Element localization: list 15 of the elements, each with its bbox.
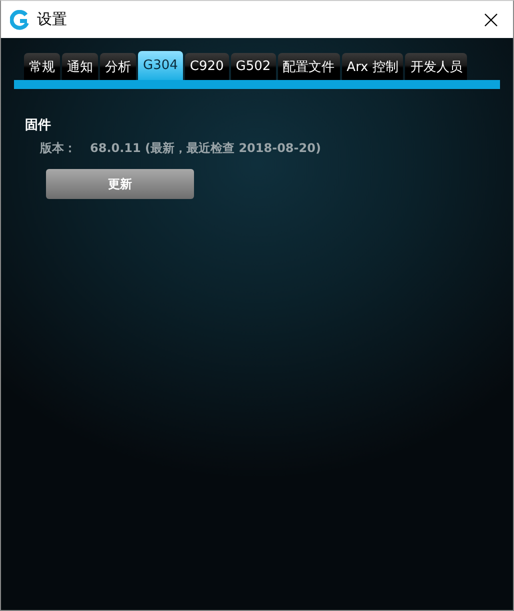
window-title: 设置 [37, 10, 67, 29]
tab[interactable]: C920 [184, 53, 229, 80]
version-label: 版本： [40, 140, 76, 157]
tab[interactable]: 分析 [100, 53, 136, 80]
section-heading: 固件 [25, 117, 52, 134]
logo-icon [10, 10, 30, 30]
version-value: 68.0.11 (最新，最近检查 2018-08-20) [90, 140, 321, 157]
tab[interactable]: 常规 [24, 53, 60, 80]
close-icon[interactable] [484, 12, 498, 26]
tab[interactable]: Arx 控制 [342, 53, 404, 80]
tab[interactable]: 配置文件 [278, 53, 340, 80]
tab[interactable]: 开发人员 [405, 53, 468, 80]
tab[interactable]: G304 [138, 51, 183, 80]
tab[interactable]: 通知 [62, 53, 98, 80]
tab[interactable]: G502 [230, 53, 276, 80]
